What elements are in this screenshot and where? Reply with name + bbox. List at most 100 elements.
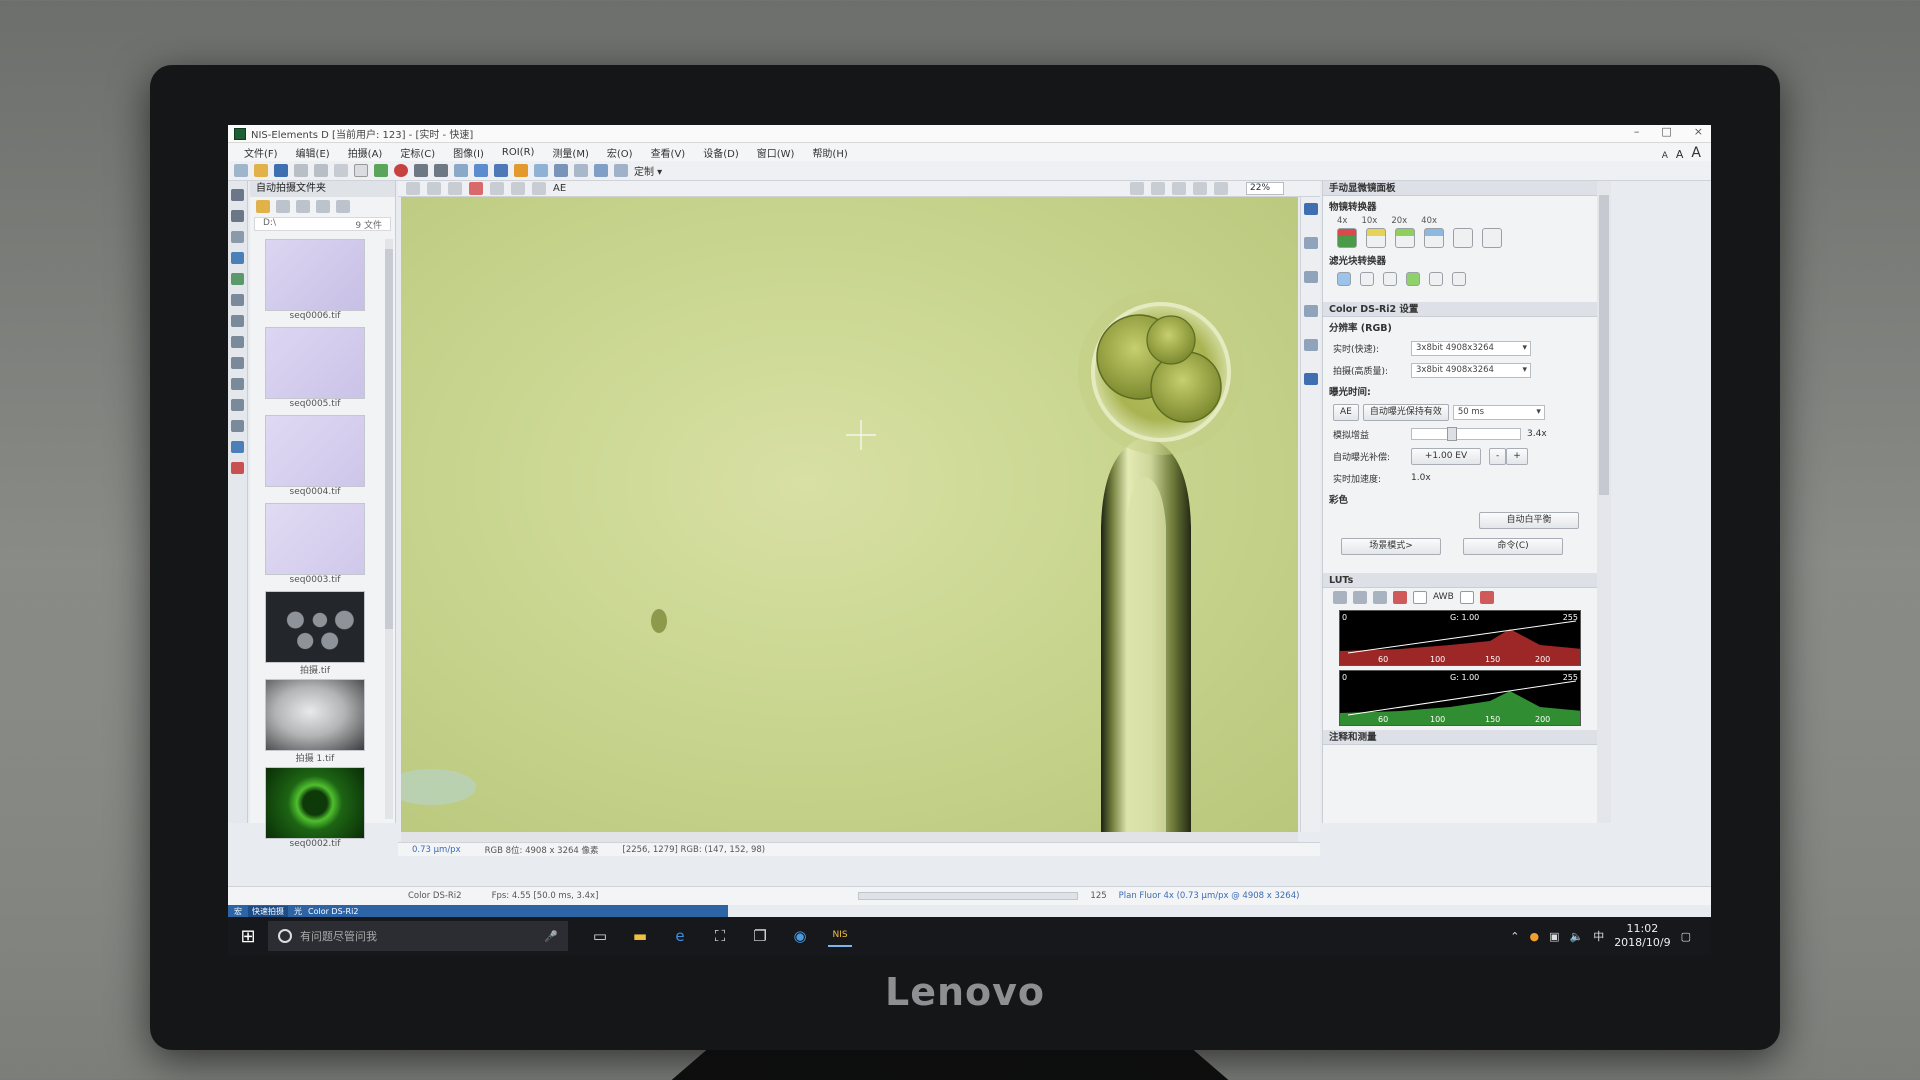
font-large-button[interactable]: A xyxy=(1691,145,1701,161)
measure-icon[interactable] xyxy=(231,294,244,306)
lut-histogram-icon[interactable] xyxy=(1373,590,1387,604)
overlay-icon[interactable] xyxy=(532,182,546,195)
gain-slider[interactable] xyxy=(1411,427,1521,441)
settings-icon[interactable] xyxy=(231,273,244,285)
objective-2-button[interactable] xyxy=(1366,228,1386,248)
lut-close-icon[interactable] xyxy=(1479,590,1494,604)
zoom-icon[interactable] xyxy=(231,210,244,222)
curve-icon[interactable] xyxy=(427,182,441,195)
split-icon[interactable] xyxy=(534,164,548,177)
menu-help[interactable]: 帮助(H) xyxy=(810,145,849,160)
right-scrollbar-thumb[interactable] xyxy=(1599,195,1609,495)
undo-icon[interactable] xyxy=(294,164,308,177)
menu-view[interactable]: 查看(V) xyxy=(649,145,688,160)
font-small-button[interactable]: A xyxy=(1662,151,1668,161)
folder-icon[interactable] xyxy=(256,199,270,213)
minimize-button[interactable]: – xyxy=(1634,125,1640,138)
command-button[interactable]: 命令(C) xyxy=(1463,537,1563,555)
scrollbar-thumb[interactable] xyxy=(385,249,393,629)
ime-indicator[interactable]: 中 xyxy=(1593,928,1604,944)
tab-quick-capture[interactable]: 快速拍摄 xyxy=(248,905,288,917)
draw-icon[interactable] xyxy=(511,182,525,195)
record-icon[interactable] xyxy=(394,164,408,177)
text-tool-icon[interactable] xyxy=(554,164,568,177)
tab-light[interactable]: 光 xyxy=(294,906,302,917)
ae-button[interactable]: AE xyxy=(1333,403,1359,421)
auto-comp-value[interactable]: +1.00 EV xyxy=(1411,447,1481,465)
fit-width-icon[interactable] xyxy=(1151,182,1165,195)
pointer-icon[interactable] xyxy=(231,189,244,201)
objective-4-button[interactable] xyxy=(1424,228,1444,248)
volume-icon[interactable]: 🔈 xyxy=(1569,930,1583,943)
store-icon[interactable]: ⛶ xyxy=(708,925,732,947)
objective-6-button[interactable] xyxy=(1482,228,1502,248)
save-icon[interactable] xyxy=(274,164,288,177)
task-view-icon[interactable]: ▭ xyxy=(588,925,612,947)
grid-icon[interactable] xyxy=(614,164,628,177)
wave-icon[interactable] xyxy=(1303,305,1318,317)
histogram-icon[interactable] xyxy=(448,182,462,195)
view-mode-icon[interactable] xyxy=(1303,203,1318,215)
thumb-view-icon[interactable] xyxy=(316,199,330,213)
select-icon[interactable] xyxy=(354,164,368,177)
lut-icon[interactable] xyxy=(406,182,420,195)
tray-app-icon[interactable]: ● xyxy=(1529,930,1539,943)
delete-icon[interactable] xyxy=(231,462,244,474)
thumbnail-capture[interactable] xyxy=(265,591,365,663)
thumbnail-seq0002[interactable] xyxy=(265,767,365,839)
tab-macro[interactable]: 宏 xyxy=(234,906,242,917)
count-icon[interactable] xyxy=(231,399,244,411)
lut-reset-icon[interactable] xyxy=(1393,590,1407,604)
menu-calibration[interactable]: 定标(C) xyxy=(398,145,437,160)
menu-roi[interactable]: ROI(R) xyxy=(500,147,537,158)
info-icon[interactable] xyxy=(231,441,244,453)
new-icon[interactable] xyxy=(234,164,248,177)
menu-window[interactable]: 窗口(W) xyxy=(755,145,797,160)
point-icon[interactable] xyxy=(231,357,244,369)
refresh-icon[interactable] xyxy=(231,252,244,264)
objective-1-button[interactable] xyxy=(1337,228,1357,248)
eyedropper-icon[interactable] xyxy=(490,182,504,195)
custom-menu-button[interactable]: 定制 ▾ xyxy=(634,163,662,178)
graph-icon[interactable] xyxy=(594,164,608,177)
lut-color-icon[interactable] xyxy=(1459,590,1474,604)
redo-icon[interactable] xyxy=(314,164,328,177)
thumbnail-seq0005[interactable] xyxy=(265,327,365,399)
image-icon[interactable] xyxy=(1303,339,1318,351)
taskbar-search[interactable]: 有问题尽管问我 🎤 xyxy=(268,921,568,951)
tab-camera[interactable]: Color DS-Ri2 xyxy=(308,907,358,916)
capture-resolution-select[interactable]: 3x8bit 4908x3264 xyxy=(1411,362,1531,378)
filter-6-button[interactable] xyxy=(1452,272,1466,286)
lut-curve-icon[interactable] xyxy=(1353,590,1367,604)
ae-label[interactable]: AE xyxy=(553,183,566,194)
lut-red-histogram[interactable]: G: 1.00 0 255 60 100 150 200 xyxy=(1339,610,1581,666)
ruler-icon[interactable] xyxy=(231,420,244,432)
reset-icon[interactable] xyxy=(469,182,483,195)
menu-macro[interactable]: 宏(O) xyxy=(605,145,635,160)
browser-icon[interactable]: ◉ xyxy=(788,925,812,947)
options-icon[interactable] xyxy=(336,199,350,213)
filter-3-button[interactable] xyxy=(1383,272,1397,286)
capture-icon[interactable] xyxy=(434,164,448,177)
menu-acquire[interactable]: 拍摄(A) xyxy=(346,145,385,160)
font-medium-button[interactable]: A xyxy=(1676,148,1684,161)
zoom-out-icon[interactable] xyxy=(1214,182,1228,195)
auto-white-balance-button[interactable]: 自动白平衡 xyxy=(1479,511,1579,529)
line-icon[interactable] xyxy=(231,336,244,348)
play-icon[interactable] xyxy=(374,164,388,177)
menu-devices[interactable]: 设备(D) xyxy=(701,145,741,160)
scan-icon[interactable] xyxy=(454,164,468,177)
edge-icon[interactable]: e xyxy=(668,925,692,947)
lut-green-histogram[interactable]: G: 1.00 0 255 60 100 150 200 xyxy=(1339,670,1581,726)
pen-icon[interactable] xyxy=(231,231,244,243)
copy-icon[interactable] xyxy=(574,164,588,177)
right-panel-scrollbar[interactable] xyxy=(1597,181,1611,823)
arrow-icon[interactable] xyxy=(474,164,488,177)
close-button[interactable]: × xyxy=(1694,125,1703,138)
grid-overlay-icon[interactable] xyxy=(1303,237,1318,249)
menu-file[interactable]: 文件(F) xyxy=(242,145,280,160)
menu-image[interactable]: 图像(I) xyxy=(451,145,486,160)
viewer-horizontal-scrollbar[interactable] xyxy=(401,832,1298,842)
file-explorer-icon[interactable]: ▬ xyxy=(628,925,652,947)
thumbnail-seq0006[interactable] xyxy=(265,239,365,311)
